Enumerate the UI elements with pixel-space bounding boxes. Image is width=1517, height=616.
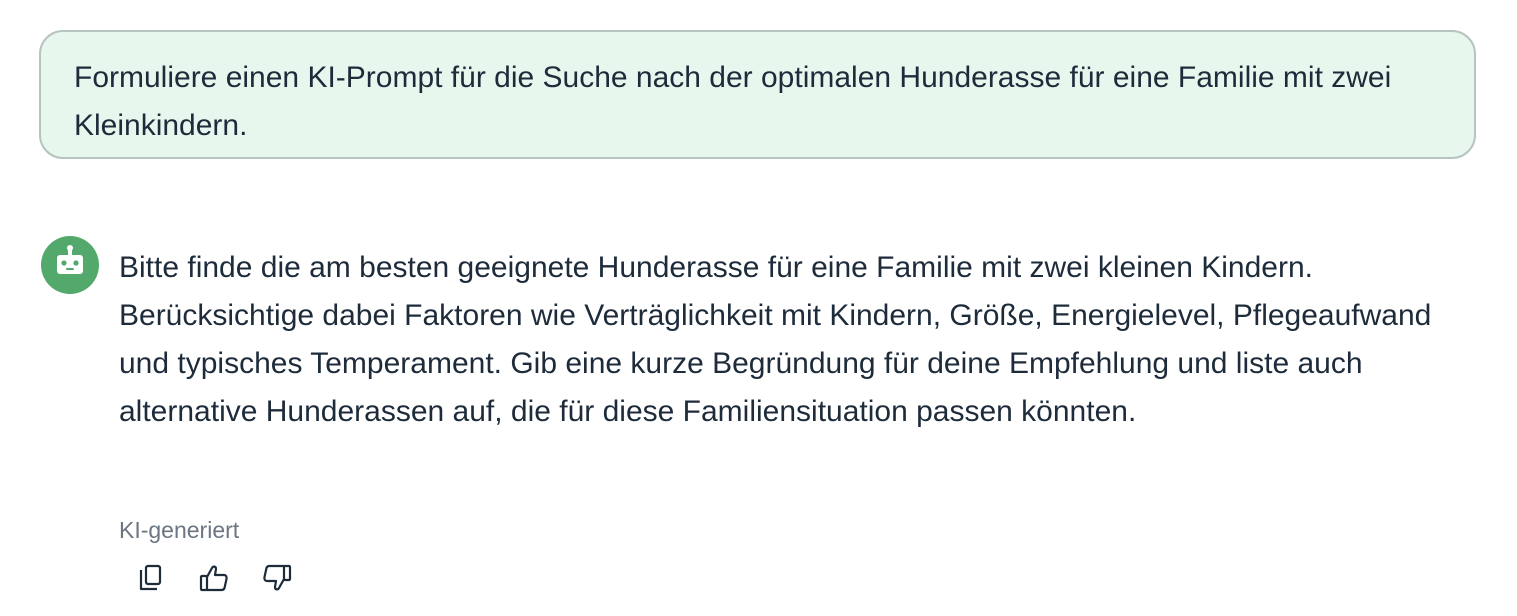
thumbs-down-icon bbox=[263, 564, 292, 591]
user-message-text: Formuliere einen KI-Prompt für die Suche… bbox=[74, 61, 1392, 142]
thumbs-down-button[interactable] bbox=[260, 561, 294, 595]
robot-icon bbox=[57, 245, 83, 274]
user-message-bubble: Formuliere einen KI-Prompt für die Suche… bbox=[39, 30, 1476, 159]
message-actions bbox=[134, 560, 323, 596]
copy-button[interactable] bbox=[134, 561, 168, 595]
thumbs-up-button[interactable] bbox=[197, 561, 231, 595]
ai-generated-label: KI-generiert bbox=[119, 517, 240, 543]
assistant-message-text: Bitte finde die am besten geeignete Hund… bbox=[119, 251, 1432, 428]
thumbs-up-icon bbox=[199, 565, 228, 592]
assistant-avatar bbox=[41, 236, 99, 294]
copy-icon bbox=[139, 564, 162, 591]
chat-view: Formuliere einen KI-Prompt für die Suche… bbox=[0, 0, 1517, 616]
